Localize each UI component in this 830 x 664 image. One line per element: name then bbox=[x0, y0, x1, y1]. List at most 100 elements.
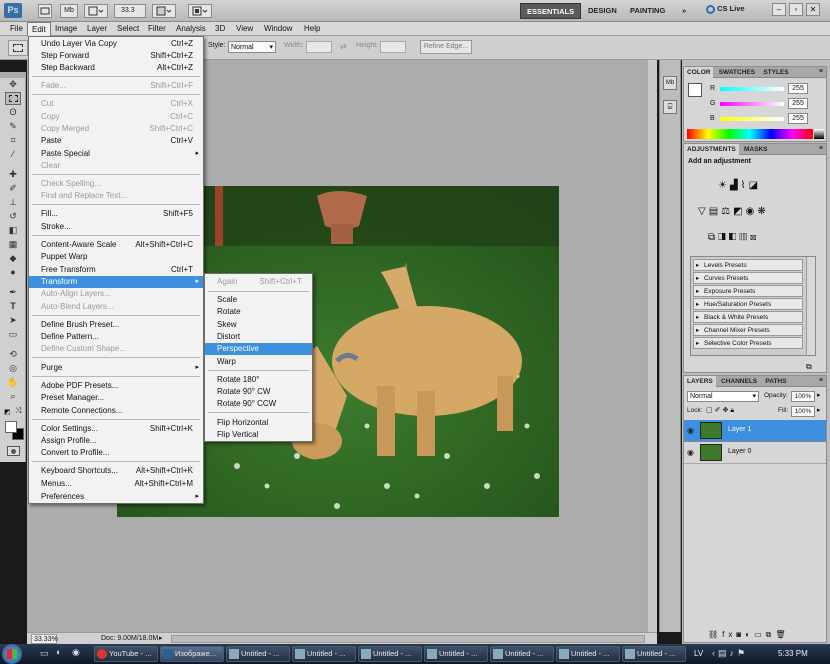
visibility-eye-icon[interactable]: ◉ bbox=[687, 426, 694, 435]
transform-rotate-90-cw[interactable]: Rotate 90° CW bbox=[205, 386, 312, 398]
preset-levels[interactable]: ▸ Levels Presets bbox=[693, 259, 803, 271]
3d-orbit-tool-icon[interactable]: ◎ bbox=[5, 362, 21, 375]
opacity-input[interactable]: 100% bbox=[791, 391, 815, 402]
mini-bridge-button[interactable]: Mb bbox=[60, 4, 78, 18]
edit-menu-stroke[interactable]: Stroke... bbox=[29, 221, 203, 233]
view-extras-dropdown[interactable] bbox=[84, 4, 108, 18]
edit-menu-preferences[interactable]: Preferences ▸ bbox=[29, 491, 203, 503]
edit-menu-step-forward[interactable]: Step Forward Shift+Ctrl+Z bbox=[29, 50, 203, 62]
edit-menu-find-replace[interactable]: Find and Replace Text... bbox=[29, 190, 203, 202]
gradient-map-icon[interactable]: ▥ bbox=[739, 232, 750, 243]
menu-edit[interactable]: Edit bbox=[27, 22, 51, 36]
new-group-icon[interactable]: ▭ bbox=[754, 630, 766, 639]
status-menu-arrow-icon[interactable]: ▸ bbox=[159, 634, 167, 644]
edit-menu-purge[interactable]: Purge ▸ bbox=[29, 362, 203, 374]
crop-tool-icon[interactable]: ⌗ bbox=[5, 134, 21, 147]
transform-skew[interactable]: Skew bbox=[205, 319, 312, 331]
menu-layer[interactable]: Layer bbox=[83, 22, 111, 36]
fill-input[interactable]: 100% bbox=[791, 406, 815, 417]
menu-view[interactable]: View bbox=[232, 22, 257, 36]
transform-rotate-90-ccw[interactable]: Rotate 90° CCW bbox=[205, 398, 312, 410]
levels-icon[interactable]: ▟ bbox=[730, 180, 741, 191]
menu-window[interactable]: Window bbox=[260, 22, 296, 36]
layer-name[interactable]: Layer 0 bbox=[728, 448, 751, 455]
spot-healing-tool-icon[interactable]: ✚ bbox=[5, 168, 21, 181]
edit-menu-color-settings[interactable]: Color Settings... Shift+Ctrl+K bbox=[29, 423, 203, 435]
tab-swatches[interactable]: SWATCHES bbox=[716, 67, 758, 78]
quick-selection-tool-icon[interactable]: ✎ bbox=[5, 120, 21, 133]
edit-menu-check-spelling[interactable]: Check Spelling... bbox=[29, 178, 203, 190]
channel-b-slider[interactable] bbox=[720, 117, 784, 121]
width-input[interactable] bbox=[306, 41, 332, 53]
lock-all-icon[interactable]: 🔒︎ bbox=[730, 407, 736, 414]
tab-paths[interactable]: PATHS bbox=[762, 376, 789, 387]
taskbar-button-untitled-7[interactable]: Untitled - ... bbox=[622, 646, 686, 662]
canvas-vertical-scrollbar[interactable] bbox=[647, 60, 657, 632]
color-panel-foreground-swatch[interactable] bbox=[688, 83, 702, 97]
workspace-design[interactable]: DESIGN bbox=[582, 3, 623, 19]
default-colors-icon[interactable]: ◩ bbox=[4, 408, 11, 416]
taskbar-button-untitled-1[interactable]: Untitled - ... bbox=[226, 646, 290, 662]
preset-selective-color[interactable]: ▸ Selective Color Presets bbox=[693, 337, 803, 349]
edit-menu-undo[interactable]: Undo Layer Via Copy Ctrl+Z bbox=[29, 38, 203, 50]
tab-adjustments[interactable]: ADJUSTMENTS bbox=[684, 144, 739, 155]
eraser-tool-icon[interactable]: ◧ bbox=[5, 224, 21, 237]
layer-row-layer-0[interactable]: ◉ Layer 0 bbox=[684, 442, 826, 464]
channel-g-input[interactable]: 255 bbox=[788, 98, 808, 109]
menu-help[interactable]: Help bbox=[300, 22, 324, 36]
edit-menu-paste[interactable]: Paste Ctrl+V bbox=[29, 135, 203, 147]
link-layers-icon[interactable]: ⛓ bbox=[708, 630, 722, 639]
transform-flip-horizontal[interactable]: Flip Horizontal bbox=[205, 417, 312, 429]
workspace-painting[interactable]: PAINTING bbox=[624, 3, 671, 19]
edit-menu-paste-special[interactable]: Paste Special ▸ bbox=[29, 148, 203, 160]
layer-row-layer-1[interactable]: ◉ Layer 1 bbox=[684, 420, 826, 442]
quicklaunch-chrome-icon[interactable]: ◉ bbox=[72, 647, 80, 658]
maximize-button[interactable]: ▫ bbox=[789, 3, 803, 16]
cs-live-button[interactable]: CS Live bbox=[706, 4, 745, 14]
channel-g-slider[interactable] bbox=[720, 102, 784, 106]
taskbar-button-untitled-3[interactable]: Untitled - ... bbox=[358, 646, 422, 662]
photo-filter-icon[interactable]: ◉ bbox=[746, 206, 758, 217]
canvas-horizontal-scrollbar[interactable] bbox=[171, 635, 645, 643]
vibrance-icon[interactable]: ▽ bbox=[698, 206, 709, 217]
transform-warp[interactable]: Warp bbox=[205, 356, 312, 368]
invert-icon[interactable]: ⧉ bbox=[708, 232, 718, 243]
foreground-color-swatch[interactable] bbox=[5, 421, 17, 433]
clone-stamp-tool-icon[interactable]: ⊥ bbox=[5, 196, 21, 209]
edit-menu-keyboard-shortcuts[interactable]: Keyboard Shortcuts... Alt+Shift+Ctrl+K bbox=[29, 465, 203, 477]
swap-colors-icon[interactable]: ⤨ bbox=[15, 406, 21, 416]
edit-menu-define-brush[interactable]: Define Brush Preset... bbox=[29, 319, 203, 331]
add-mask-icon[interactable]: ◙ bbox=[736, 630, 745, 639]
more-workspaces-button[interactable]: » bbox=[676, 3, 692, 19]
menu-file[interactable]: File bbox=[6, 22, 27, 36]
close-button[interactable]: ✕ bbox=[806, 3, 820, 16]
transform-scale[interactable]: Scale bbox=[205, 294, 312, 306]
channel-r-slider[interactable] bbox=[720, 87, 784, 91]
zoom-percent-field[interactable]: 33.33% bbox=[31, 634, 58, 644]
grayscale-ramp[interactable] bbox=[814, 129, 824, 139]
volume-icon[interactable]: ♪ bbox=[730, 648, 738, 658]
threshold-icon[interactable]: ◧ bbox=[729, 232, 740, 243]
move-tool-icon[interactable]: ✥ bbox=[5, 78, 21, 91]
panel-menu-icon[interactable]: ≡ bbox=[819, 68, 823, 75]
preset-exposure[interactable]: ▸ Exposure Presets bbox=[693, 285, 803, 297]
transform-rotate-180[interactable]: Rotate 180° bbox=[205, 374, 312, 386]
transform-perspective[interactable]: Perspective bbox=[205, 343, 312, 355]
posterize-icon[interactable]: ◨ bbox=[718, 232, 729, 243]
lock-transparent-icon[interactable]: ▢ bbox=[706, 407, 715, 414]
pen-tool-icon[interactable]: ✒ bbox=[5, 286, 21, 299]
taskbar-button-youtube[interactable]: YouTube - ... bbox=[94, 646, 158, 662]
arrange-documents-dropdown[interactable] bbox=[152, 4, 176, 18]
edit-menu-define-pattern[interactable]: Define Pattern... bbox=[29, 331, 203, 343]
transform-rotate[interactable]: Rotate bbox=[205, 306, 312, 318]
swap-dimensions-icon[interactable]: ⇄ bbox=[340, 42, 347, 51]
network-icon[interactable]: ▤ bbox=[718, 648, 730, 658]
hand-tool-icon[interactable]: ✋ bbox=[5, 376, 21, 389]
taskbar-button-untitled-2[interactable]: Untitled - ... bbox=[292, 646, 356, 662]
type-tool-icon[interactable]: T bbox=[5, 300, 21, 313]
preset-curves[interactable]: ▸ Curves Presets bbox=[693, 272, 803, 284]
edit-menu-free-transform[interactable]: Free Transform Ctrl+T bbox=[29, 264, 203, 276]
edit-menu-auto-blend[interactable]: Auto-Blend Layers... bbox=[29, 301, 203, 313]
channel-b-input[interactable]: 255 bbox=[788, 113, 808, 124]
tab-layers[interactable]: LAYERS bbox=[684, 376, 716, 387]
